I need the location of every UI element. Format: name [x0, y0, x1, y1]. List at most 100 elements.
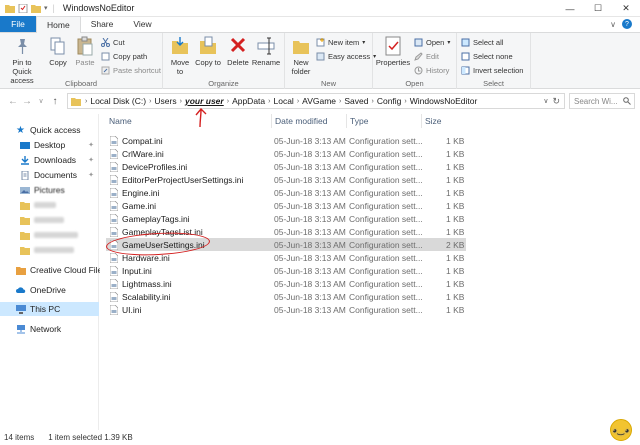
nav-this-pc[interactable]: This PC: [0, 302, 99, 316]
nav-creative-cloud[interactable]: Creative Cloud Files: [0, 263, 107, 277]
nav-desktop[interactable]: Desktop ✦: [0, 138, 99, 152]
nav-network[interactable]: Network: [0, 322, 99, 336]
file-name: Input.ini: [122, 265, 152, 276]
file-date: 05-Jun-18 3:13 AM: [274, 200, 346, 211]
file-size: 2 KB: [446, 239, 465, 250]
nav-blurred-folder[interactable]: [0, 243, 99, 257]
tab-share[interactable]: Share: [81, 16, 124, 32]
up-arrow-icon[interactable]: ↑: [48, 94, 62, 108]
file-row[interactable]: Game.ini 05-Jun-18 3:13 AM Configuration s…: [106, 199, 466, 212]
copy-to-icon: [200, 36, 216, 54]
column-name[interactable]: Name: [106, 114, 274, 128]
copy-path-button[interactable]: Copy path: [101, 52, 147, 61]
qa-dropdown-icon[interactable]: ▾: [44, 4, 48, 12]
pin-icon: ✦: [88, 172, 94, 179]
back-arrow-icon[interactable]: ←: [6, 94, 20, 108]
copy-path-icon: [101, 52, 110, 61]
file-row[interactable]: CrlWare.ini 05-Jun-18 3:13 AM Configuratio…: [106, 147, 466, 160]
nav-blurred-folder[interactable]: [0, 198, 99, 212]
new-folder-button[interactable]: New folder: [288, 36, 314, 76]
breadcrumb-separator: ›: [179, 97, 182, 105]
breadcrumb-your-user[interactable]: your user: [185, 96, 224, 106]
nav-quick-access[interactable]: ★ Quick access: [0, 123, 99, 137]
copy-icon: [50, 37, 65, 55]
pin-quick-access-button[interactable]: Pin to Quick access: [3, 36, 41, 85]
paste-shortcut-label: Paste shortcut: [113, 66, 161, 75]
nav-documents[interactable]: Documents ✦: [0, 168, 99, 182]
breadcrumb-appdata[interactable]: AppData: [232, 96, 265, 106]
select-none-button[interactable]: Select none: [461, 52, 513, 61]
collapse-ribbon-icon[interactable]: ∨: [610, 20, 616, 29]
copy-to-button[interactable]: Copy to: [195, 36, 221, 67]
history-button[interactable]: History: [414, 66, 449, 75]
maximize-button[interactable]: ☐: [584, 0, 612, 17]
breadcrumb-local[interactable]: Local: [274, 96, 294, 106]
new-item-icon: [316, 38, 325, 47]
delete-button[interactable]: Delete: [225, 36, 251, 67]
breadcrumb-windowsnoeditor[interactable]: WindowsNoEditor: [410, 96, 478, 106]
file-row[interactable]: EditorPerProjectUserSettings.ini 05-Jun-1…: [106, 173, 466, 186]
recent-locations-icon[interactable]: ∨: [34, 94, 48, 108]
file-row[interactable]: Engine.ini 05-Jun-18 3:13 AM Configuration…: [106, 186, 466, 199]
forward-arrow-icon[interactable]: →: [20, 94, 34, 108]
paste-shortcut-button[interactable]: Paste shortcut: [101, 66, 161, 75]
file-row[interactable]: Scalability.ini 05-Jun-18 3:13 AM Configur…: [106, 290, 466, 303]
search-box[interactable]: Search Wi...: [569, 93, 635, 109]
rename-button[interactable]: Rename: [251, 36, 281, 67]
nav-blurred-folder[interactable]: [0, 213, 99, 227]
open-button[interactable]: Open ▾: [414, 38, 450, 47]
breadcrumb-config[interactable]: Config: [377, 96, 402, 106]
nav-onedrive[interactable]: OneDrive: [0, 283, 99, 297]
paste-button[interactable]: Paste: [72, 36, 98, 67]
select-none-label: Select none: [473, 52, 513, 61]
file-row[interactable]: DeviceProfiles.ini 05-Jun-18 3:13 AM Confi…: [106, 160, 466, 173]
history-label: History: [426, 66, 450, 75]
search-input[interactable]: Search Wi...: [574, 97, 618, 106]
column-size[interactable]: Size: [421, 114, 471, 128]
refresh-icon[interactable]: ↻: [552, 96, 560, 107]
help-icon[interactable]: ?: [622, 19, 632, 29]
cut-button[interactable]: Cut: [101, 38, 125, 47]
tab-file[interactable]: File: [0, 16, 36, 32]
new-item-button[interactable]: New item ▾: [316, 38, 365, 47]
file-row[interactable]: GameplayTags.ini 05-Jun-18 3:13 AM Configu…: [106, 212, 466, 225]
properties-button[interactable]: Properties: [376, 36, 410, 67]
tab-home[interactable]: Home: [36, 16, 81, 33]
select-all-button[interactable]: Select all: [461, 38, 503, 47]
file-name: CrlWare.ini: [122, 148, 164, 159]
address-bar[interactable]: › Local Disk (C:) › Users › your user › …: [67, 93, 565, 109]
file-row[interactable]: Input.ini 05-Jun-18 3:13 AM Configuration …: [106, 264, 466, 277]
copy-button[interactable]: Copy: [45, 36, 71, 67]
address-dropdown-icon[interactable]: ∨: [543, 97, 548, 105]
breadcrumb-separator: ›: [268, 97, 271, 105]
close-button[interactable]: ✕: [612, 0, 640, 17]
properties-icon[interactable]: [18, 3, 28, 13]
new-folder-icon[interactable]: [31, 4, 41, 13]
file-row[interactable]: Compat.ini 05-Jun-18 3:13 AM Configuration…: [106, 134, 466, 147]
tab-view[interactable]: View: [123, 16, 161, 32]
nav-pictures[interactable]: Pictures: [0, 183, 99, 197]
column-date-modified[interactable]: Date modified: [271, 114, 346, 128]
column-type[interactable]: Type: [346, 114, 422, 128]
easy-access-button[interactable]: Easy access ▾: [316, 52, 376, 61]
file-row[interactable]: Hardware.ini 05-Jun-18 3:13 AM Configurati…: [106, 251, 466, 264]
breadcrumb-avgame[interactable]: AVGame: [302, 96, 336, 106]
nav-downloads[interactable]: Downloads ✦: [0, 153, 99, 167]
edit-button[interactable]: Edit: [414, 52, 439, 61]
ini-file-icon: [110, 265, 118, 276]
file-type: Configuration sett...: [349, 148, 423, 159]
breadcrumb-local-disk[interactable]: Local Disk (C:): [90, 96, 146, 106]
nav-blurred-folder[interactable]: [0, 228, 99, 242]
invert-selection-button[interactable]: Invert selection: [461, 66, 523, 75]
file-row[interactable]: UI.ini 05-Jun-18 3:13 AM Configuration set…: [106, 303, 466, 316]
file-size: 1 KB: [446, 265, 465, 276]
breadcrumb-saved[interactable]: Saved: [344, 96, 368, 106]
file-row[interactable]: GameUserSettings.ini 05-Jun-18 3:13 AM Con…: [106, 238, 466, 251]
minimize-button[interactable]: —: [556, 0, 584, 17]
folder-icon: [20, 246, 30, 255]
file-name-cell: GameUserSettings.ini: [110, 238, 205, 251]
file-row[interactable]: GameplayTagsList.ini 05-Jun-18 3:13 AM Con…: [106, 225, 466, 238]
breadcrumb-users[interactable]: Users: [154, 96, 176, 106]
file-row[interactable]: Lightmass.ini 05-Jun-18 3:13 AM Configurat…: [106, 277, 466, 290]
move-to-button[interactable]: Move to: [167, 36, 193, 76]
